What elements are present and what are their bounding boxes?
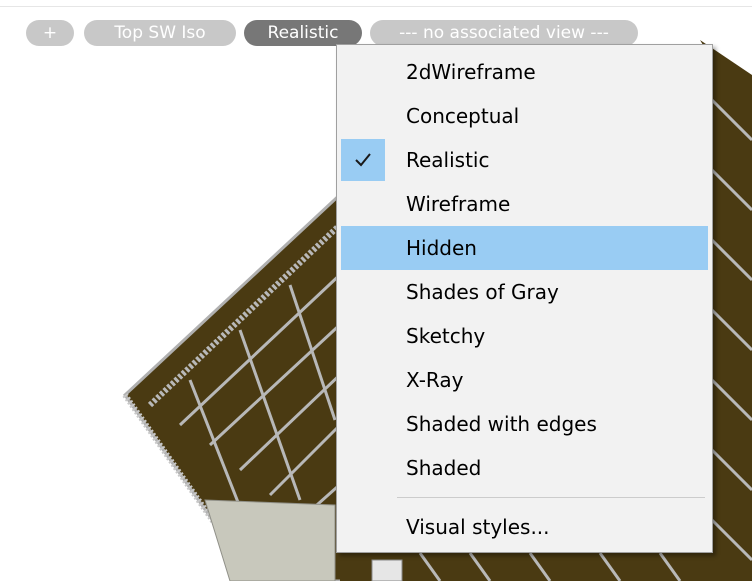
menu-item-label: Visual styles...	[406, 515, 550, 539]
menu-item-label: Sketchy	[406, 324, 486, 348]
menu-item-conceptual[interactable]: Conceptual	[341, 94, 708, 138]
menu-item-shades-of-gray[interactable]: Shades of Gray	[341, 270, 708, 314]
roof-lower-strip	[340, 552, 712, 581]
menu-item-wireframe[interactable]: Wireframe	[341, 182, 708, 226]
menu-item-label: Conceptual	[406, 104, 520, 128]
viewport-menu-plus-button[interactable]: +	[26, 20, 74, 46]
menu-item-label: Shaded	[406, 456, 482, 480]
menu-item-2dwireframe[interactable]: 2dWireframe	[341, 50, 708, 94]
checkmark-icon	[341, 139, 385, 181]
house-wall-left	[204, 499, 336, 581]
menu-item-label: Shades of Gray	[406, 280, 559, 304]
visual-style-menu: 2dWireframe Conceptual Realistic Wirefra…	[336, 44, 713, 553]
menu-item-shaded-with-edges[interactable]: Shaded with edges	[341, 402, 708, 446]
menu-item-visual-styles-manager[interactable]: Visual styles...	[341, 505, 708, 549]
ucs-view-button[interactable]: --- no associated view ---	[370, 20, 638, 46]
visual-style-button[interactable]: Realistic	[244, 20, 362, 46]
menu-item-hidden[interactable]: Hidden	[341, 226, 708, 270]
menu-item-x-ray[interactable]: X-Ray	[341, 358, 708, 402]
menu-item-shaded[interactable]: Shaded	[341, 446, 708, 490]
view-controls-button[interactable]: Top SW Iso	[84, 20, 236, 46]
menu-separator	[397, 497, 705, 498]
menu-item-label: Shaded with edges	[406, 412, 597, 436]
menu-item-label: Hidden	[406, 236, 477, 260]
menu-item-label: Wireframe	[406, 192, 511, 216]
menu-item-label: X-Ray	[406, 368, 464, 392]
menu-item-label: 2dWireframe	[406, 60, 536, 84]
menu-item-sketchy[interactable]: Sketchy	[341, 314, 708, 358]
menu-item-realistic[interactable]: Realistic	[341, 138, 708, 182]
menu-item-label: Realistic	[406, 148, 490, 172]
